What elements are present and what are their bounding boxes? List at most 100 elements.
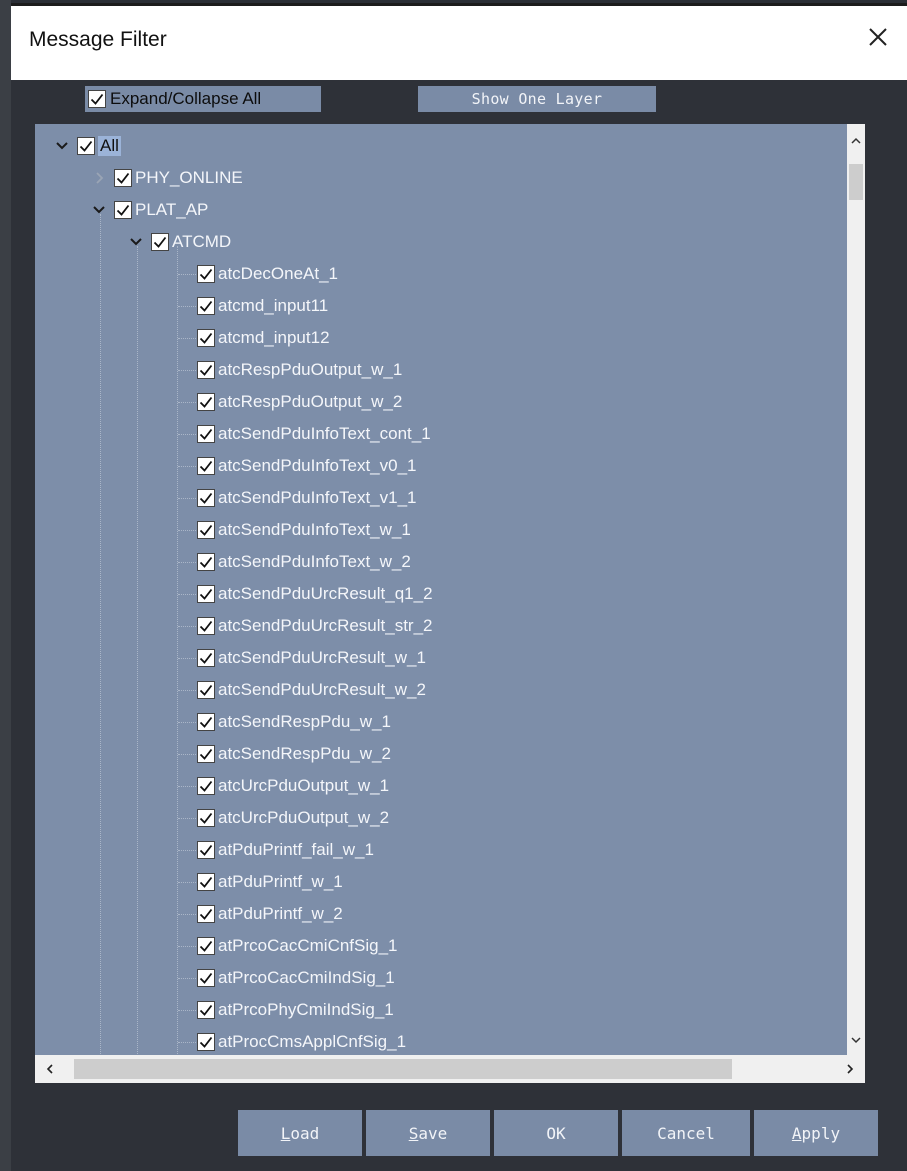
tree-leaf-item[interactable]: atPrcoCacCmiCnfSig_1 — [197, 932, 398, 960]
checkbox-checked-icon[interactable] — [197, 585, 215, 603]
cancel-button[interactable]: Cancel — [622, 1110, 750, 1156]
tree-leaf-item[interactable]: atcSendRespPdu_w_2 — [197, 740, 391, 768]
tree-node-atcmd[interactable]: ATCMD — [127, 228, 231, 256]
checkbox-checked-icon[interactable] — [197, 905, 215, 923]
checkbox-checked-icon[interactable] — [114, 201, 132, 219]
checkbox-checked-icon[interactable] — [197, 841, 215, 859]
checkbox-checked-icon[interactable] — [88, 90, 106, 108]
checkbox-checked-icon[interactable] — [197, 425, 215, 443]
tree-node-label: All — [98, 136, 121, 156]
checkbox-checked-icon[interactable] — [197, 1001, 215, 1019]
tree-guide-line — [178, 850, 196, 851]
tree-leaf-item[interactable]: atPduPrintf_w_2 — [197, 900, 343, 928]
checkbox-checked-icon[interactable] — [197, 873, 215, 891]
show-one-layer-button[interactable]: Show One Layer — [418, 86, 656, 112]
checkbox-checked-icon[interactable] — [197, 745, 215, 763]
tree-guide-line — [178, 370, 196, 371]
expand-collapse-all-checkbox[interactable]: Expand/Collapse All — [85, 86, 321, 112]
checkbox-checked-icon[interactable] — [197, 617, 215, 635]
tree-leaf-item[interactable]: atcSendPduUrcResult_q1_2 — [197, 580, 433, 608]
tree-leaf-item[interactable]: atcUrcPduOutput_w_1 — [197, 772, 389, 800]
checkbox-checked-icon[interactable] — [197, 489, 215, 507]
scroll-right-icon[interactable] — [835, 1055, 865, 1083]
tree-node-label: atcUrcPduOutput_w_1 — [218, 776, 390, 795]
checkbox-checked-icon[interactable] — [197, 1033, 215, 1051]
checkbox-checked-icon[interactable] — [197, 809, 215, 827]
tree-leaf-item[interactable]: atcRespPduOutput_w_1 — [197, 356, 402, 384]
tree-guide-line — [178, 466, 196, 467]
checkbox-checked-icon[interactable] — [151, 233, 169, 251]
tree-node-label: atcmd_input11 — [218, 296, 329, 315]
scroll-up-icon[interactable] — [847, 132, 865, 150]
checkbox-checked-icon[interactable] — [197, 361, 215, 379]
tree-leaf-item[interactable]: atcSendPduInfoText_v1_1 — [197, 484, 416, 512]
tree-guide-line — [178, 882, 196, 883]
tree-guide-line — [178, 562, 196, 563]
load-button[interactable]: Load — [238, 1110, 362, 1156]
tree-leaf-item[interactable]: atPduPrintf_w_1 — [197, 868, 343, 896]
checkbox-checked-icon[interactable] — [197, 297, 215, 315]
tree-guide-line — [178, 274, 196, 275]
apply-button[interactable]: Apply — [754, 1110, 878, 1156]
checkbox-checked-icon[interactable] — [197, 649, 215, 667]
background-strip — [0, 0, 11, 1171]
tree-leaf-item[interactable]: atcmd_input12 — [197, 324, 330, 352]
checkbox-checked-icon[interactable] — [197, 969, 215, 987]
tree-leaf-item[interactable]: atcSendPduInfoText_w_2 — [197, 548, 411, 576]
chevron-down-icon[interactable] — [127, 233, 145, 251]
tree-leaf-item[interactable]: atcDecOneAt_1 — [197, 260, 338, 288]
tree-leaf-item[interactable]: atPduPrintf_fail_w_1 — [197, 836, 374, 864]
tree-guide-line — [177, 246, 178, 1055]
tree-leaf-item[interactable]: atcSendPduUrcResult_w_1 — [197, 644, 426, 672]
tree-node-all[interactable]: All — [53, 132, 121, 160]
close-icon[interactable] — [861, 20, 895, 54]
title-bar: Message Filter — [11, 3, 907, 80]
tree-leaf-item[interactable]: atPrcoPhyCmiIndSig_1 — [197, 996, 394, 1024]
tree-leaf-item[interactable]: atcSendPduUrcResult_str_2 — [197, 612, 433, 640]
horizontal-scroll-thumb[interactable] — [74, 1059, 732, 1079]
chevron-down-icon[interactable] — [53, 137, 71, 155]
tree-node-label: atcRespPduOutput_w_2 — [218, 392, 403, 411]
checkbox-checked-icon[interactable] — [114, 169, 132, 187]
horizontal-scrollbar[interactable] — [35, 1055, 865, 1083]
checkbox-checked-icon[interactable] — [197, 937, 215, 955]
tree-guide-line — [178, 786, 196, 787]
save-button[interactable]: Save — [366, 1110, 490, 1156]
chevron-down-icon[interactable] — [90, 201, 108, 219]
tree-leaf-item[interactable]: atPrcoCacCmiIndSig_1 — [197, 964, 395, 992]
tree-leaf-item[interactable]: atcRespPduOutput_w_2 — [197, 388, 402, 416]
checkbox-checked-icon[interactable] — [197, 457, 215, 475]
checkbox-checked-icon[interactable] — [197, 329, 215, 347]
tree-leaf-item[interactable]: atProcCmsApplCnfSig_1 — [197, 1028, 406, 1055]
tree-node-label: atPrcoCacCmiIndSig_1 — [218, 968, 395, 987]
tree-leaf-item[interactable]: atcSendRespPdu_w_1 — [197, 708, 391, 736]
chevron-right-icon[interactable] — [90, 169, 108, 187]
tree-node-label: atcSendPduInfoText_v0_1 — [218, 456, 417, 475]
checkbox-checked-icon[interactable] — [197, 521, 215, 539]
tree-leaf-item[interactable]: atcSendPduUrcResult_w_2 — [197, 676, 426, 704]
button-label: pply — [801, 1123, 841, 1143]
ok-button[interactable]: OK — [494, 1110, 618, 1156]
message-tree[interactable]: All PHY_ONLINE PLAT_AP ATCMD atcDecOneAt… — [35, 124, 865, 1055]
checkbox-checked-icon[interactable] — [197, 553, 215, 571]
tree-node-plat-ap[interactable]: PLAT_AP — [90, 196, 208, 224]
tree-node-label: atcRespPduOutput_w_1 — [218, 360, 403, 379]
vertical-scroll-thumb[interactable] — [849, 164, 863, 200]
checkbox-checked-icon[interactable] — [197, 393, 215, 411]
tree-leaf-item[interactable]: atcUrcPduOutput_w_2 — [197, 804, 389, 832]
checkbox-checked-icon[interactable] — [197, 681, 215, 699]
tree-node-phy-online[interactable]: PHY_ONLINE — [90, 164, 243, 192]
scroll-down-icon[interactable] — [847, 1031, 865, 1049]
checkbox-checked-icon[interactable] — [197, 777, 215, 795]
tree-leaf-item[interactable]: atcSendPduInfoText_w_1 — [197, 516, 411, 544]
vertical-scrollbar[interactable] — [847, 124, 865, 1055]
checkbox-checked-icon[interactable] — [197, 265, 215, 283]
tree-leaf-item[interactable]: atcmd_input11 — [197, 292, 328, 320]
scroll-left-icon[interactable] — [35, 1055, 65, 1083]
tree-leaf-item[interactable]: atcSendPduInfoText_cont_1 — [197, 420, 431, 448]
tree-node-label: atcSendPduUrcResult_w_2 — [218, 680, 426, 699]
tree-leaf-item[interactable]: atcSendPduInfoText_v0_1 — [197, 452, 416, 480]
checkbox-checked-icon[interactable] — [197, 713, 215, 731]
tree-guide-line — [178, 818, 196, 819]
checkbox-checked-icon[interactable] — [77, 137, 95, 155]
